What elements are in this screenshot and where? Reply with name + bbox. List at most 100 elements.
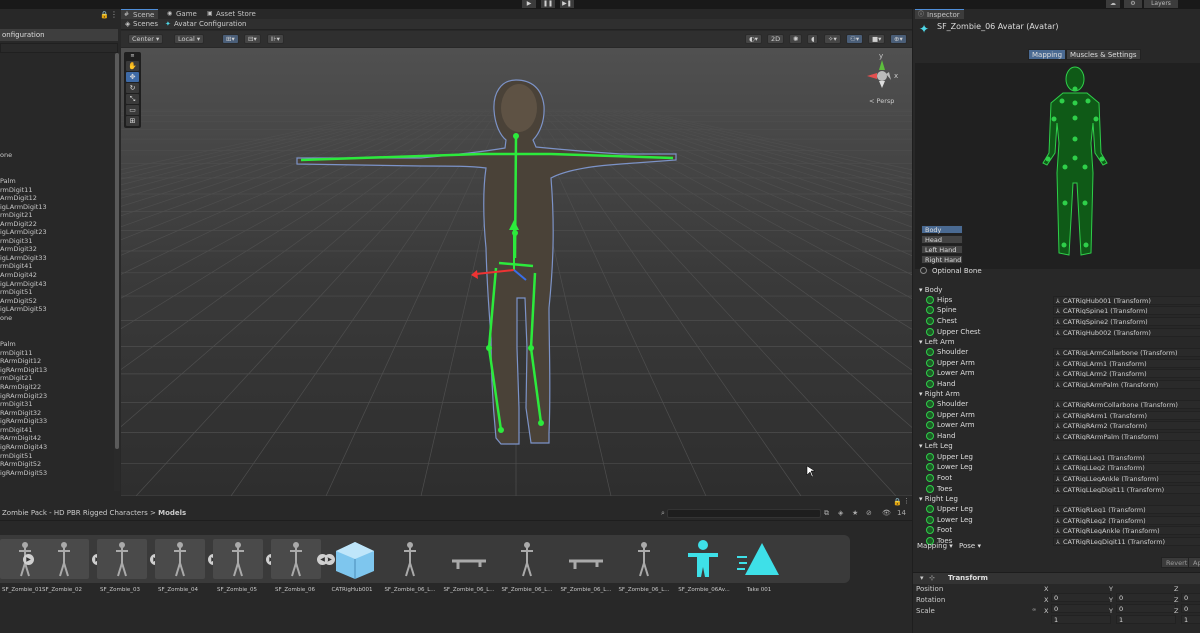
asset-sf-zombie-06-l--thumbnail[interactable] <box>619 539 669 579</box>
hierarchy-row[interactable]: RArmDigit22 <box>0 383 112 392</box>
breadcrumb-avatar-configuration[interactable]: Avatar Configuration <box>174 19 246 30</box>
hierarchy-row[interactable]: Palm <box>0 177 112 186</box>
collapse-arrow-icon[interactable]: ◀ <box>317 554 328 565</box>
asset-sf-zombie-03-thumbnail[interactable] <box>97 539 147 579</box>
scale-x-field[interactable]: 1 <box>1051 615 1111 624</box>
grid-snap-icon[interactable]: ⊞▾ <box>222 34 239 44</box>
step-button[interactable]: ▶❚ <box>560 0 574 8</box>
bone-transform-field[interactable]: ⅄ CATRigRLegAnkle (Transform) <box>1053 526 1200 535</box>
body-part-head-button[interactable]: Head <box>921 235 963 244</box>
body-part-body-button[interactable]: Body <box>921 225 963 234</box>
bone-transform-field[interactable]: ⅄ CATRigHub001 (Transform) <box>1053 296 1200 305</box>
gear-icon[interactable]: ⚙ <box>1124 0 1142 8</box>
hierarchy-row[interactable]: rmDigit21 <box>0 211 112 220</box>
drag-handle[interactable]: ≡ <box>126 54 139 59</box>
asset-label[interactable]: SF_Zombie_06_L... <box>441 587 497 593</box>
bone-transform-field[interactable]: ⅄ CATRigRArm1 (Transform) <box>1053 411 1200 420</box>
mapping-tab[interactable]: Mapping <box>1028 49 1067 60</box>
scale-y-field[interactable]: 1 <box>1116 615 1176 624</box>
play-button[interactable]: ▶ <box>522 0 536 8</box>
bone-transform-field[interactable]: ⅄ CATRigLLeg1 (Transform) <box>1053 453 1200 462</box>
bone-transform-field[interactable]: ⅄ CATRigRLeg1 (Transform) <box>1053 505 1200 514</box>
ruler-icon[interactable]: ⊪▾ <box>267 34 284 44</box>
lock-icon[interactable]: 🔒 <box>100 11 109 19</box>
hierarchy-row[interactable]: rmDigit51 <box>0 288 112 297</box>
bone-transform-field[interactable]: ⅄ CATRigSpine1 (Transform) <box>1053 306 1200 315</box>
move-tool-icon[interactable]: ✥ <box>126 72 139 82</box>
scale-z-field[interactable]: 1 <box>1181 615 1200 624</box>
tab-asset-store[interactable]: ▣ Asset Store <box>204 9 260 19</box>
hidden-objects-icon[interactable]: ⚇▾ <box>846 34 864 44</box>
asset-label[interactable]: SF_Zombie_06_L... <box>616 587 672 593</box>
pivot-center-dropdown[interactable]: Center ▾ <box>128 34 164 44</box>
bone-transform-field[interactable]: ⅄ CATRigLLeg2 (Transform) <box>1053 463 1200 472</box>
transform-header[interactable]: ▾ ⊹ Transform <box>913 572 1200 584</box>
filter-type-icon[interactable]: ⧉ <box>824 509 829 518</box>
bone-transform-field[interactable]: ⅄ CATRigLArmCollarbone (Transform) <box>1053 348 1200 357</box>
project-menu-icon[interactable]: ⋮ <box>903 497 910 505</box>
asset-label[interactable]: SF_Zombie_06_L... <box>382 587 438 593</box>
transform-tool-icon[interactable]: ⊞ <box>126 116 139 126</box>
pose-dropdown[interactable]: Pose ▾ <box>959 542 981 550</box>
asset-label[interactable]: SF_Zombie_05 <box>209 587 265 593</box>
filter-label-icon[interactable]: ◈ <box>838 509 843 517</box>
apply-button[interactable]: Ap <box>1188 557 1200 568</box>
rect-tool-icon[interactable]: ▭ <box>126 105 139 115</box>
bone-transform-field[interactable]: ⅄ CATRigLArm2 (Transform) <box>1053 369 1200 378</box>
constrain-scale-icon[interactable]: ∞ <box>1032 607 1036 613</box>
tab-inspector[interactable]: ⓘ Inspector <box>915 9 964 19</box>
breadcrumb-models[interactable]: Models <box>158 509 186 517</box>
tab-game[interactable]: ◉ Game <box>164 9 201 19</box>
asset-sf-zombie-06-l--thumbnail[interactable] <box>385 539 435 579</box>
hierarchy-row[interactable]: igLArmDigit23 <box>0 228 112 237</box>
asset-sf-zombie-06-l--thumbnail[interactable] <box>444 539 494 579</box>
asset-catrighub001-thumbnail[interactable] <box>330 539 380 579</box>
increment-snap-icon[interactable]: ⊟▾ <box>244 34 261 44</box>
asset-label[interactable]: CATRigHub001 <box>324 587 380 593</box>
toggle-2d-button[interactable]: 2D <box>767 34 785 44</box>
mapping-dropdown[interactable]: Mapping ▾ <box>917 542 953 550</box>
asset-label[interactable]: SF_Zombie_06Av... <box>676 587 732 593</box>
asset-sf-zombie-04-thumbnail[interactable] <box>155 539 205 579</box>
bone-section-header[interactable]: ▾ Right Arm <box>919 390 960 398</box>
bone-section-header[interactable]: ▾ Right Leg <box>919 495 958 503</box>
asset-sf-zombie-06av--thumbnail[interactable] <box>678 539 728 579</box>
camera-icon[interactable]: ■▾ <box>868 34 886 44</box>
asset-sf-zombie-02-thumbnail[interactable] <box>39 539 89 579</box>
bone-transform-field[interactable]: ⅄ CATRigHub002 (Transform) <box>1053 328 1200 337</box>
effects-icon[interactable]: ✧▾ <box>824 34 841 44</box>
hierarchy-row[interactable]: ArmDigit42 <box>0 271 112 280</box>
bone-transform-field[interactable]: ⅄ CATRigRArmPalm (Transform) <box>1053 432 1200 441</box>
asset-label[interactable]: Take 001 <box>731 587 787 593</box>
hierarchy-row[interactable]: one <box>0 151 112 160</box>
lighting-icon[interactable]: ✺ <box>789 34 803 44</box>
cloud-icon[interactable]: ☁ <box>1106 0 1120 8</box>
asset-label[interactable]: SF_Zombie_06 <box>267 587 323 593</box>
rotate-tool-icon[interactable]: ↻ <box>126 83 139 93</box>
hierarchy-row[interactable]: rmDigit41 <box>0 262 112 271</box>
asset-label[interactable]: SF_Zombie_03 <box>92 587 148 593</box>
bone-transform-field[interactable]: ⅄ CATRigRArmCollarbone (Transform) <box>1053 400 1200 409</box>
project-search-input[interactable] <box>667 509 821 518</box>
hierarchy-row[interactable]: igRArmDigit53 <box>0 469 112 478</box>
draw-mode-icon[interactable]: ◐▾ <box>745 34 762 44</box>
breadcrumb-pack[interactable]: Zombie Pack - HD PBR Rigged Characters <box>2 509 148 517</box>
bone-section-header[interactable]: ▾ Body <box>919 286 942 294</box>
bone-transform-field[interactable]: ⅄ CATRigLLegAnkle (Transform) <box>1053 474 1200 483</box>
hierarchy-row[interactable]: rmDigit31 <box>0 400 112 409</box>
pause-button[interactable]: ❚❚ <box>541 0 555 8</box>
gizmos-icon[interactable]: ⊕▾ <box>890 34 907 44</box>
hierarchy-row[interactable]: RArmDigit12 <box>0 357 112 366</box>
hierarchy-row[interactable]: igLArmDigit53 <box>0 305 112 314</box>
scene-viewport[interactable]: y x ≡ ✋ ✥ ↻ ⤡ ▭ ⊞ < Persp <box>121 48 912 496</box>
hierarchy-row[interactable]: igRArmDigit43 <box>0 443 112 452</box>
bone-transform-field[interactable]: ⅄ CATRigRLegDigit11 (Transform) <box>1053 537 1200 546</box>
hierarchy-row[interactable]: ArmDigit32 <box>0 245 112 254</box>
hierarchy-row[interactable]: rmDigit21 <box>0 374 112 383</box>
asset-sf-zombie-06-l--thumbnail[interactable] <box>561 539 611 579</box>
scale-tool-icon[interactable]: ⤡ <box>126 94 139 104</box>
hierarchy-row[interactable]: RArmDigit42 <box>0 434 112 443</box>
favorite-icon[interactable]: ★ <box>852 509 858 517</box>
tab-scene[interactable]: # Scene <box>121 9 159 19</box>
asset-sf-zombie-06-thumbnail[interactable] <box>271 539 321 579</box>
